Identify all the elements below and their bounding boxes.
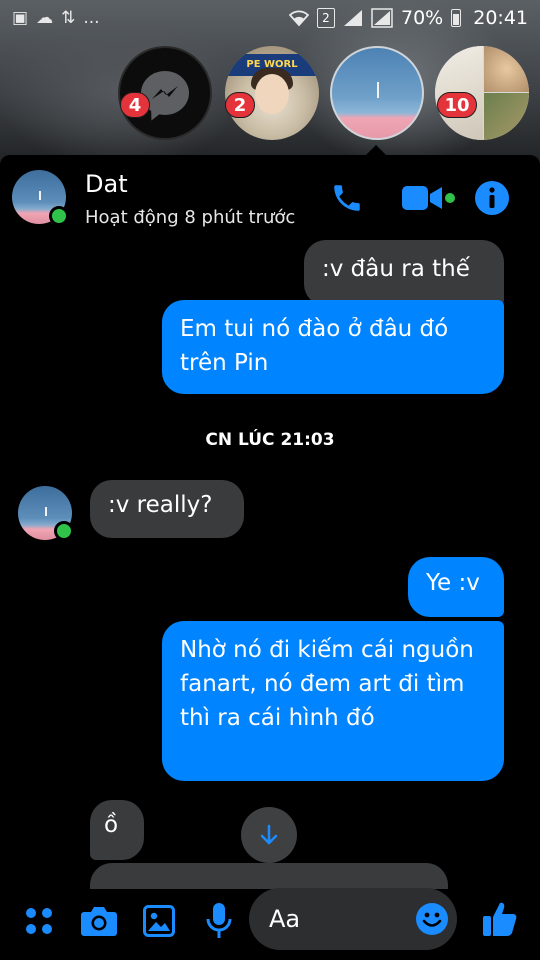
message-input[interactable]: Aa [249,888,457,950]
status-bar: ▣ ☁ ⇅ ... 2 70% 20:41 [0,0,540,36]
image-notification-icon: ▣ [12,8,29,28]
conversation-panel: Dat Hoạt động 8 phút trước :v đâu ra thế… [0,155,540,960]
message-input-placeholder: Aa [269,905,301,933]
online-indicator [54,521,74,541]
signal-icon [344,10,362,26]
battery-percent: 70% [401,7,444,29]
more-notifications-icon: ... [83,8,100,28]
chat-head-dat[interactable] [330,46,424,140]
phone-icon[interactable] [330,181,364,215]
cloud-icon: ☁ [36,8,54,28]
arrow-down-icon [260,824,278,845]
photo-face [255,74,289,114]
conversation-header: Dat Hoạt động 8 phút trước [0,155,540,239]
data-transfer-icon: ⇅ [61,8,76,28]
message-bubble[interactable]: Nhờ nó đi kiếm cái nguồn fanart, nó đem … [162,621,504,781]
collage-part [484,93,529,140]
unread-badge-contact: 2 [225,92,255,118]
active-chat-pointer [366,145,386,155]
message-bubble[interactable]: Em tui nó đào ở đâu đó trên Pin [162,300,504,394]
message-composer: Aa [0,880,540,960]
chat-heads: PE WORL 4 2 10 [0,46,540,142]
clock: 20:41 [473,7,528,29]
wifi-icon [289,10,309,27]
message-bubble[interactable]: :v đâu ra thế [304,240,504,306]
signal-icon-2 [371,8,393,28]
timestamp-divider: CN LÚC 21:03 [205,430,335,450]
microphone-icon[interactable] [206,902,232,940]
gallery-icon[interactable] [143,905,175,937]
contact-name[interactable]: Dat [85,170,128,198]
message-bubble[interactable]: :v really? [90,480,244,538]
camera-icon[interactable] [80,905,118,937]
unread-badge-group: 10 [437,92,477,118]
info-icon[interactable] [474,180,510,216]
rocket-detail [45,506,47,517]
emoji-icon[interactable] [415,902,449,936]
message-bubble[interactable]: Ye :v [408,557,504,617]
collage-part [484,46,529,92]
contact-status: Hoạt động 8 phút trước [85,207,296,228]
video-call-icon[interactable] [402,184,458,212]
online-indicator [49,206,69,226]
unread-badge-messenger: 4 [120,92,150,118]
scroll-to-bottom-button[interactable] [241,807,297,863]
sim-slot-icon: 2 [317,8,335,28]
status-left: ▣ ☁ ⇅ ... [12,8,100,28]
status-right: 2 70% 20:41 [289,7,528,29]
rocket-detail [377,82,379,99]
rocket-detail [39,190,41,201]
battery-icon [451,9,462,27]
apps-grid-icon[interactable] [24,906,54,936]
message-bubble[interactable]: ồ [90,800,144,860]
thumbs-up-icon[interactable] [482,900,518,938]
